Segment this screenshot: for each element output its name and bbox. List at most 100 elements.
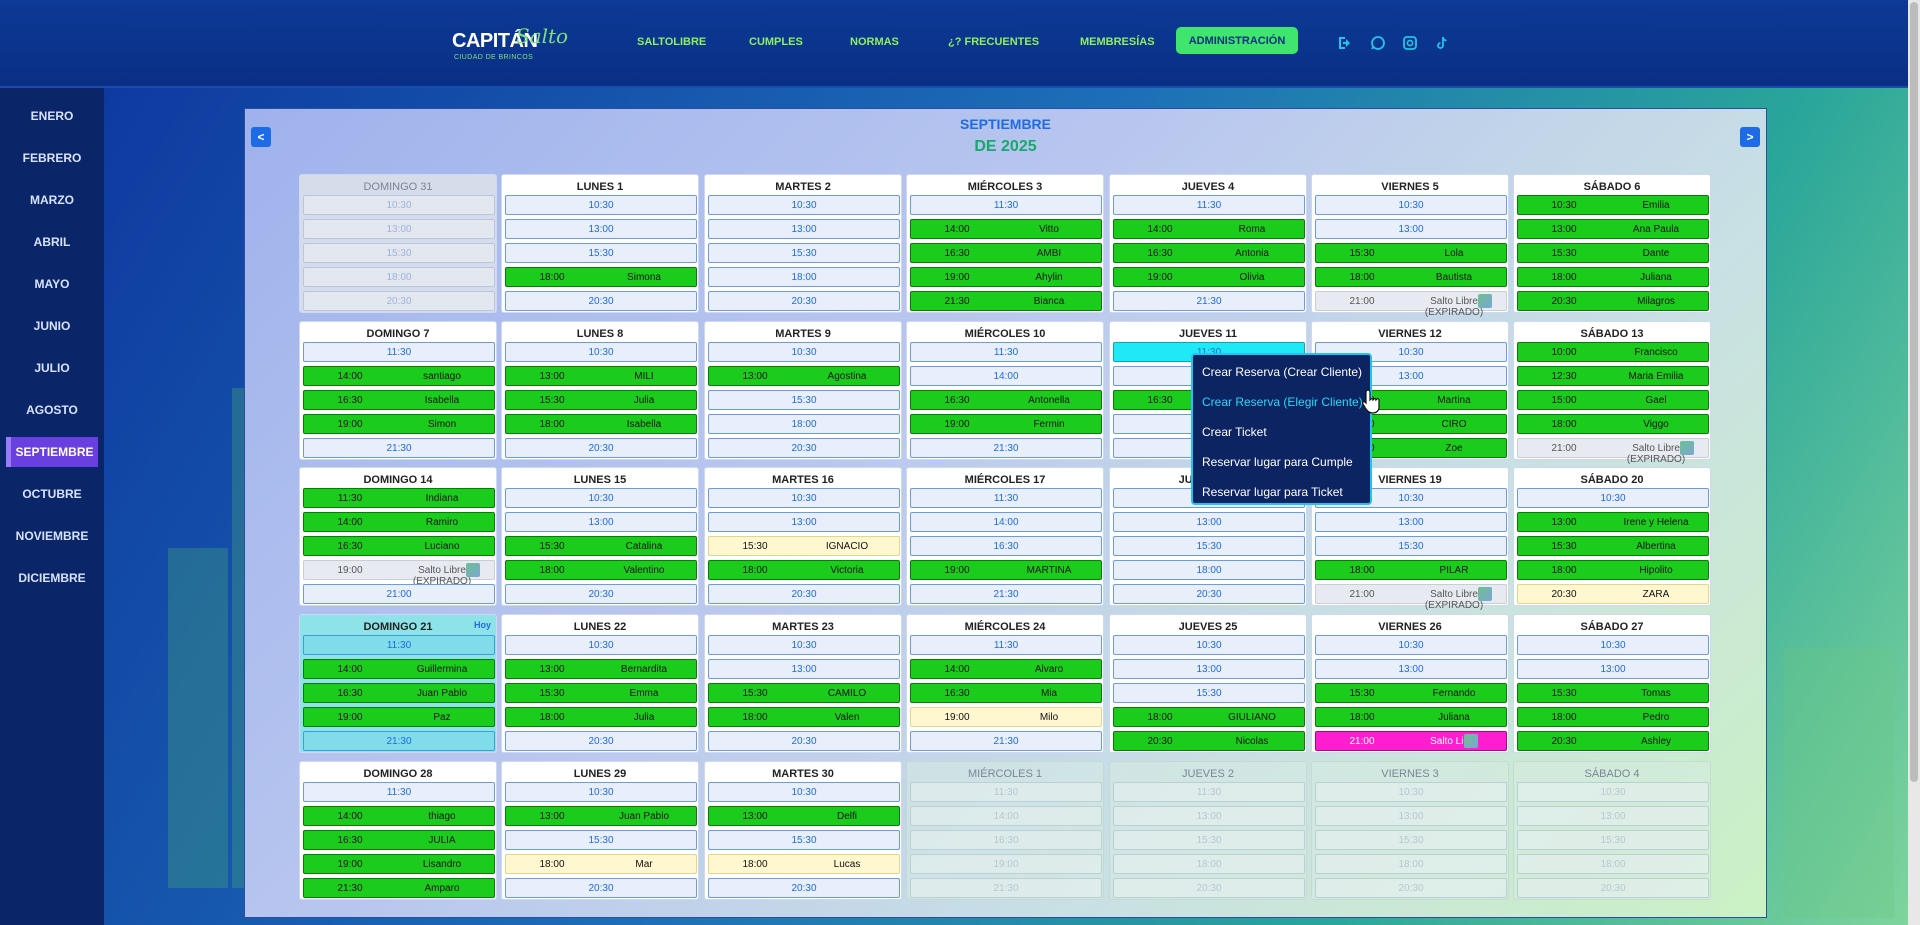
time-slot[interactable]: 21:30 <box>910 584 1102 604</box>
time-slot[interactable]: 18:00 <box>1315 854 1507 874</box>
time-slot[interactable]: 10:30 Emilia <box>1517 195 1709 215</box>
day-cell[interactable]: JUEVES 4 11:30 14:00 Roma 16:30 Antonia 19:00 O… <box>1109 174 1307 313</box>
time-slot[interactable]: 18:00 GIULIANO <box>1113 707 1305 727</box>
time-slot[interactable]: 10:30 <box>1315 782 1507 802</box>
time-slot[interactable]: 16:30 Antonia <box>1113 243 1305 263</box>
time-slot[interactable]: 21:00 Salto Libre (EXPIRADO) <box>1517 438 1709 465</box>
time-slot[interactable]: 19:00 Paz <box>303 707 495 727</box>
time-slot[interactable]: 20:30 <box>505 731 697 751</box>
time-slot[interactable]: 13:00 <box>505 219 697 239</box>
time-slot[interactable]: 16:30 Luciano <box>303 536 495 556</box>
time-slot[interactable]: 15:30 <box>1113 683 1305 703</box>
time-slot[interactable]: 19:00 Salto Libre (EXPIRADO) <box>303 560 495 587</box>
time-slot[interactable]: 18:00 Juliana <box>1315 707 1507 727</box>
time-slot[interactable]: 14:00 thiago <box>303 806 495 826</box>
time-slot[interactable]: 13:00 <box>1315 512 1507 532</box>
day-cell[interactable]: SÁBADO 27 10:30 13:00 15:30 Tomas 18:00 Pedro 2… <box>1513 614 1711 753</box>
time-slot[interactable]: 10:30 <box>708 488 900 508</box>
time-slot[interactable]: 13:00 <box>1113 659 1305 679</box>
month-julio[interactable]: JULIO <box>0 353 104 383</box>
time-slot[interactable]: 21:30 Bianca <box>910 291 1102 311</box>
day-cell[interactable]: MARTES 23 10:30 13:00 15:30 CAMILO 18:00 Valen… <box>704 614 902 753</box>
day-cell[interactable]: MARTES 2 10:30 13:00 15:30 18:00 20:30 <box>704 174 902 313</box>
time-slot[interactable]: 10:30 <box>1517 488 1709 508</box>
time-slot[interactable]: 20:30 <box>1315 878 1507 898</box>
time-slot[interactable]: 20:30 <box>708 584 900 604</box>
time-slot[interactable]: 15:30 <box>1315 830 1507 850</box>
time-slot[interactable]: 11:30 <box>303 342 495 362</box>
time-slot[interactable]: 11:30 <box>1113 195 1305 215</box>
ticket-icon[interactable] <box>1478 294 1492 308</box>
time-slot[interactable]: 18:00 Isabella <box>505 414 697 434</box>
instagram-icon[interactable] <box>1401 34 1419 52</box>
time-slot[interactable]: 11:30 <box>303 635 495 655</box>
time-slot[interactable]: 21:00 Salto Libre <box>1315 731 1507 751</box>
time-slot[interactable]: 19:00 Olivia <box>1113 267 1305 287</box>
time-slot[interactable]: 18:00 <box>1113 560 1305 580</box>
time-slot[interactable]: 18:00 Mar <box>505 854 697 874</box>
month-abril[interactable]: ABRIL <box>0 227 104 257</box>
time-slot[interactable]: 20:30 <box>1517 878 1709 898</box>
time-slot[interactable]: 19:00 Ahylin <box>910 267 1102 287</box>
nav-membresias[interactable]: MEMBRESÍAS <box>1080 36 1155 48</box>
time-slot[interactable]: 20:30 <box>708 291 900 311</box>
day-cell[interactable]: VIERNES 3 10:30 13:00 15:30 18:00 20:30 <box>1311 761 1509 900</box>
time-slot[interactable]: 13:00 <box>708 219 900 239</box>
time-slot[interactable]: 10:30 <box>1113 635 1305 655</box>
day-cell[interactable]: JUEVES 25 10:30 13:00 15:30 18:00 GIULIANO 20:… <box>1109 614 1307 753</box>
time-slot[interactable]: 20:30 Nicolas <box>1113 731 1305 751</box>
time-slot[interactable]: 12:30 Maria Emilia <box>1517 366 1709 386</box>
time-slot[interactable]: 16:30 Juan Pablo <box>303 683 495 703</box>
page-scrollbar[interactable] <box>1908 0 1920 925</box>
menu-crear-reserva-elegir-cliente[interactable]: Crear Reserva (Elegir Cliente) <box>1202 395 1363 409</box>
day-cell[interactable]: LUNES 29 10:30 13:00 Juan Pablo 15:30 18:00 Ma… <box>501 761 699 900</box>
time-slot[interactable]: 10:30 <box>303 195 495 215</box>
time-slot[interactable]: 14:00 Roma <box>1113 219 1305 239</box>
time-slot[interactable]: 13:00 MILI <box>505 366 697 386</box>
ticket-icon[interactable] <box>1464 734 1478 748</box>
time-slot[interactable]: 13:00 <box>708 659 900 679</box>
whatsapp-icon[interactable] <box>1369 34 1387 52</box>
time-slot[interactable]: 16:30 Antonella <box>910 390 1102 410</box>
time-slot[interactable]: 13:00 Delfi <box>708 806 900 826</box>
time-slot[interactable]: 19:00 Fermin <box>910 414 1102 434</box>
time-slot[interactable]: 21:30 <box>1113 291 1305 311</box>
time-slot[interactable]: 15:30 <box>1315 536 1507 556</box>
ticket-icon[interactable] <box>1478 587 1492 601</box>
time-slot[interactable]: 15:30 Emma <box>505 683 697 703</box>
time-slot[interactable]: 15:30 <box>1113 536 1305 556</box>
time-slot[interactable]: 20:30 <box>1113 878 1305 898</box>
time-slot[interactable]: 11:30 <box>910 342 1102 362</box>
time-slot[interactable]: 11:30 <box>910 635 1102 655</box>
day-cell[interactable]: SÁBADO 13 10:00 Francisco 12:30 Maria Emilia… <box>1513 321 1711 465</box>
time-slot[interactable]: 10:30 <box>1315 195 1507 215</box>
time-slot[interactable]: 16:30 <box>910 830 1102 850</box>
time-slot[interactable]: 20:30 <box>708 731 900 751</box>
time-slot[interactable]: 15:30 CAMILO <box>708 683 900 703</box>
time-slot[interactable]: 10:30 <box>708 782 900 802</box>
time-slot[interactable]: 19:00 Simon <box>303 414 495 434</box>
time-slot[interactable]: 21:30 <box>303 731 495 751</box>
day-cell[interactable]: SÁBADO 4 10:30 13:00 15:30 18:00 20:30 <box>1513 761 1711 900</box>
day-cell[interactable]: DOMINGO 28 11:30 14:00 thiago 16:30 JULIA 19:0… <box>299 761 497 900</box>
time-slot[interactable]: 10:30 <box>505 342 697 362</box>
time-slot[interactable]: 15:30 Fernando <box>1315 683 1507 703</box>
time-slot[interactable]: 10:30 <box>505 782 697 802</box>
time-slot[interactable]: 14:00 <box>910 806 1102 826</box>
day-cell[interactable]: MARTES 16 10:30 13:00 15:30 IGNACIO 18:00 Vict… <box>704 467 902 606</box>
nav-cumples[interactable]: CUMPLES <box>749 36 803 48</box>
day-cell[interactable]: MIÉRCOLES 1 11:30 14:00 16:30 19:00 21:30 <box>906 761 1104 900</box>
day-cell[interactable]: MIÉRCOLES 24 11:30 14:00 Alvaro 16:30 Mia 19:0… <box>906 614 1104 753</box>
month-octubre[interactable]: OCTUBRE <box>0 479 104 509</box>
time-slot[interactable]: 16:30 Isabella <box>303 390 495 410</box>
time-slot[interactable]: 10:30 <box>708 195 900 215</box>
time-slot[interactable]: 18:00 Julia <box>505 707 697 727</box>
time-slot[interactable]: 11:30 <box>303 782 495 802</box>
month-noviembre[interactable]: NOVIEMBRE <box>0 521 104 551</box>
time-slot[interactable]: 15:30 <box>1113 830 1305 850</box>
time-slot[interactable]: 10:30 <box>708 342 900 362</box>
time-slot[interactable]: 19:00 Milo <box>910 707 1102 727</box>
time-slot[interactable]: 13:00 <box>1517 659 1709 679</box>
day-cell[interactable]: DOMINGO 21 Hoy 11:30 14:00 Guillermina 16:30 J… <box>299 614 497 753</box>
time-slot[interactable]: 19:00 MARTINA <box>910 560 1102 580</box>
